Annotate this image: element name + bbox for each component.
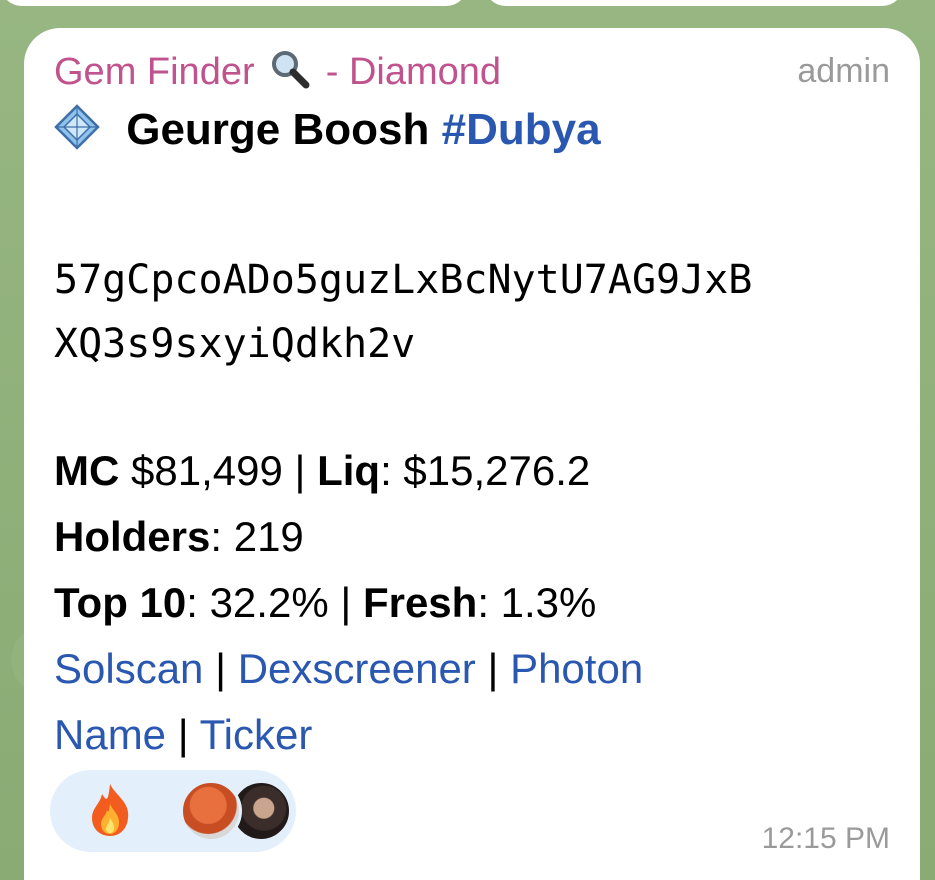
mc-liq-line: MC $81,499 | Liq: $15,276.2 bbox=[54, 438, 643, 504]
hashtag-link[interactable]: #Dubya bbox=[442, 105, 601, 154]
mc-value: $81,499 bbox=[131, 447, 283, 494]
links-row-2: Name | Ticker bbox=[54, 702, 643, 768]
contract-address-line-1: 57gCpcoADo5guzLxBcNytU7AG9JxB bbox=[54, 257, 753, 303]
contract-address-line-2: XQ3s9sxyiQdkh2v bbox=[54, 321, 416, 367]
token-title: Geurge Boosh #Dubya bbox=[54, 104, 601, 155]
name-link[interactable]: Name bbox=[54, 711, 166, 758]
separator: | bbox=[294, 447, 306, 494]
photon-link[interactable]: Photon bbox=[510, 645, 643, 692]
liq-value: $15,276.2 bbox=[403, 447, 591, 494]
diamond-icon bbox=[54, 104, 100, 150]
holders-label: Holders bbox=[54, 513, 211, 560]
token-stats: MC $81,499 | Liq: $15,276.2 Holders: 219… bbox=[54, 438, 643, 768]
colon: : bbox=[380, 447, 392, 494]
sender-suffix-text: - Diamond bbox=[325, 51, 502, 93]
fresh-value: 1.3% bbox=[500, 579, 597, 626]
previous-message-bubble bbox=[484, 0, 904, 6]
separator: | bbox=[487, 645, 499, 692]
liq-label: Liq bbox=[317, 447, 381, 494]
solscan-link[interactable]: Solscan bbox=[54, 645, 203, 692]
colon: : bbox=[186, 579, 198, 626]
reaction-chip[interactable] bbox=[50, 770, 296, 852]
dexscreener-link[interactable]: Dexscreener bbox=[238, 645, 476, 692]
separator: | bbox=[177, 711, 189, 758]
reactor-avatar[interactable] bbox=[180, 780, 242, 842]
top10-value: 32.2% bbox=[209, 579, 329, 626]
admin-badge: admin bbox=[797, 52, 890, 90]
message-bubble[interactable]: Gem Finder - Diamond admin Geurge Boosh … bbox=[24, 28, 920, 880]
separator: | bbox=[340, 579, 352, 626]
contract-address[interactable]: 57gCpcoADo5guzLxBcNytU7AG9JxB XQ3s9sxyiQ… bbox=[54, 248, 904, 376]
separator: | bbox=[215, 645, 227, 692]
links-row-1: Solscan | Dexscreener | Photon bbox=[54, 636, 643, 702]
magnifying-glass-icon bbox=[269, 48, 311, 90]
top10-fresh-line: Top 10: 32.2% | Fresh: 1.3% bbox=[54, 570, 643, 636]
message-timestamp: 12:15 PM bbox=[761, 822, 890, 855]
ticker-link[interactable]: Ticker bbox=[200, 711, 313, 758]
previous-message-bubble bbox=[0, 0, 468, 6]
fresh-label: Fresh bbox=[362, 579, 478, 626]
holders-line: Holders: 219 bbox=[54, 504, 643, 570]
mc-label: MC bbox=[54, 447, 120, 494]
sender-name[interactable]: Gem Finder - Diamond bbox=[54, 48, 501, 94]
token-name: Geurge Boosh bbox=[126, 105, 430, 154]
holders-value: 219 bbox=[233, 513, 304, 560]
sender-name-text: Gem Finder bbox=[54, 51, 255, 93]
fire-emoji-icon bbox=[86, 782, 134, 838]
top10-label: Top 10 bbox=[54, 579, 187, 626]
colon: : bbox=[477, 579, 489, 626]
colon: : bbox=[210, 513, 223, 560]
